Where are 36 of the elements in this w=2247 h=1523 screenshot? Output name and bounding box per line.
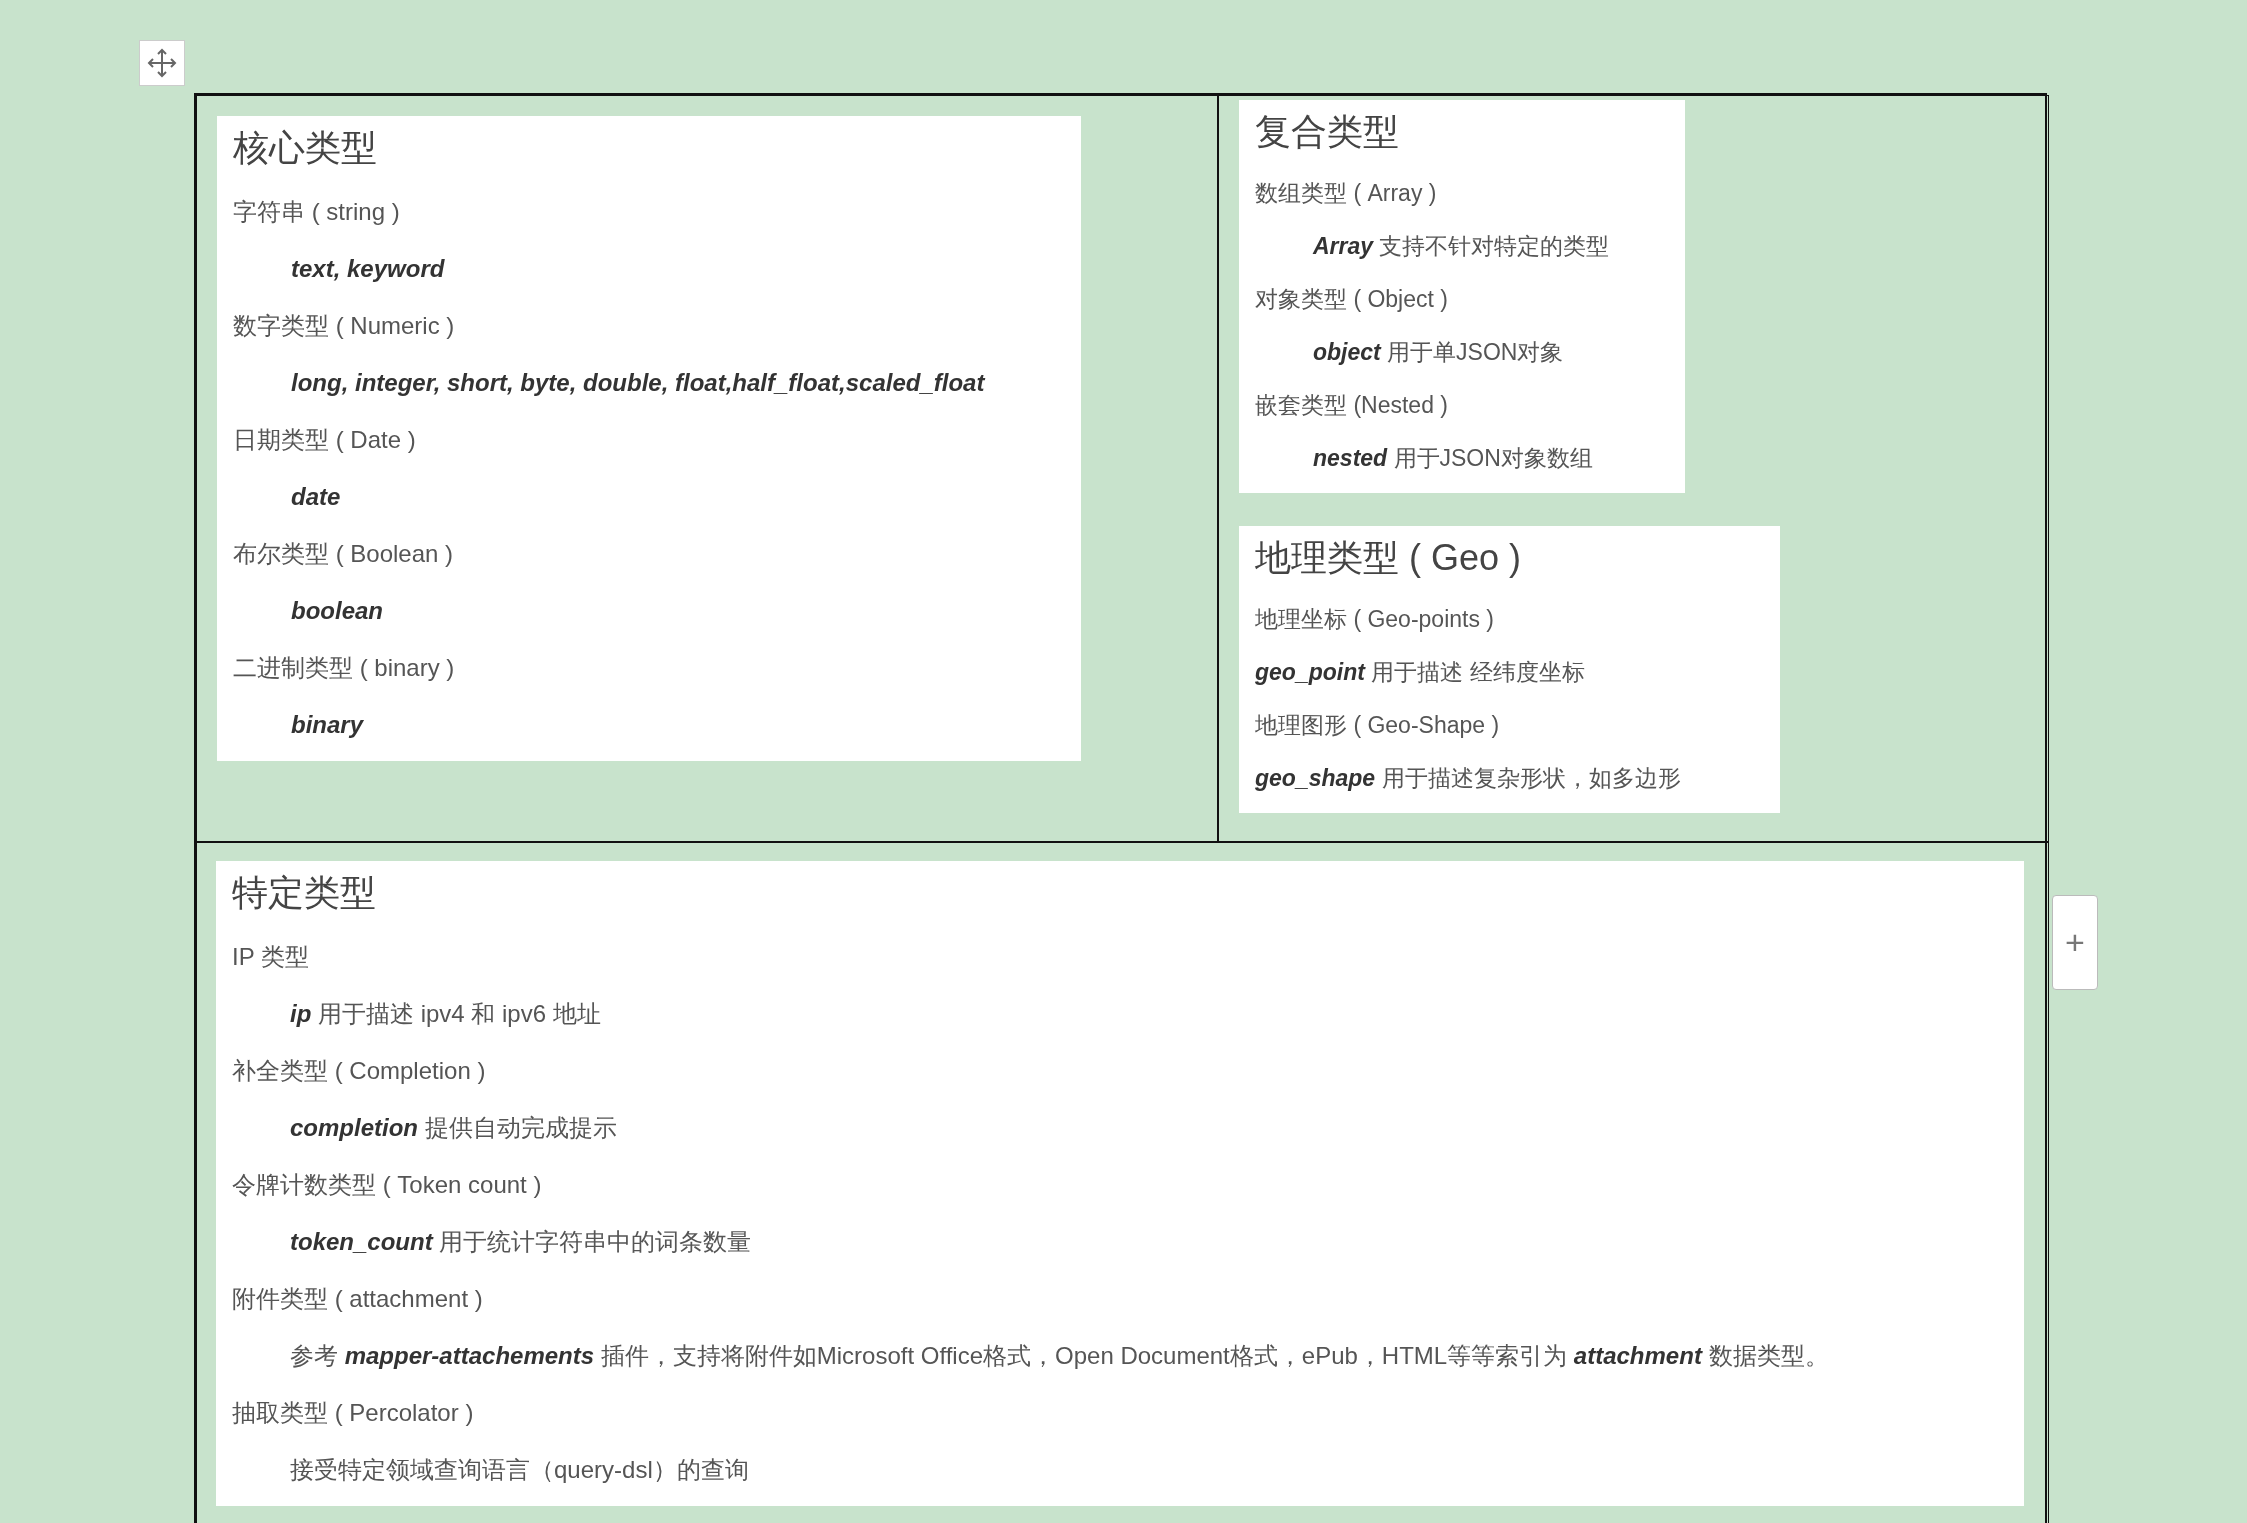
type-label: 地理坐标 ( Geo-points ) xyxy=(1255,605,1495,634)
type-label: 数字类型 ( Numeric ) xyxy=(233,311,456,341)
section-title: 复合类型 xyxy=(1255,110,1400,154)
add-button[interactable]: + xyxy=(2052,895,2098,990)
type-label: 日期类型 ( Date ) xyxy=(233,425,417,455)
move-icon[interactable] xyxy=(139,40,185,86)
type-description: boolean xyxy=(290,596,384,626)
type-label: 布尔类型 ( Boolean ) xyxy=(233,539,455,569)
section-title: 核心类型 xyxy=(233,126,378,170)
type-description: geo_point 用于描述 经纬度坐标 xyxy=(1255,658,1586,687)
type-label: 字符串 ( string ) xyxy=(233,197,401,227)
type-label: 令牌计数类型 ( Token count ) xyxy=(232,1170,543,1200)
type-label: IP 类型 xyxy=(232,942,310,972)
type-description: completion 提供自动完成提示 xyxy=(289,1113,618,1143)
type-description: 接受特定领域查询语言（query-dsl）的查询 xyxy=(289,1455,750,1485)
type-description: token_count 用于统计字符串中的词条数量 xyxy=(289,1227,753,1257)
type-description: object 用于单JSON对象 xyxy=(1312,338,1565,367)
type-description: Array 支持不针对特定的类型 xyxy=(1311,232,1611,261)
type-description: long, integer, short, byte, double, float,half_float,scaled_float xyxy=(290,368,987,398)
type-description: binary xyxy=(290,710,365,740)
type-label: 地理图形 ( Geo-Shape ) xyxy=(1255,711,1501,740)
type-description: 参考 mapper-attachements 插件，支持将附件如Microsoft Office格式，Open Document格式，ePub，HTML等等索引为 attachment 数据类型。 xyxy=(289,1341,1830,1371)
type-label: 附件类型 ( attachment ) xyxy=(232,1284,484,1314)
type-description: nested 用于JSON对象数组 xyxy=(1312,444,1594,473)
type-label: 数组类型 ( Array ) xyxy=(1255,179,1438,208)
type-description: geo_shape 用于描述复杂形状，如多边形 xyxy=(1255,764,1682,793)
type-label: 补全类型 ( Completion ) xyxy=(232,1056,487,1086)
type-label: 嵌套类型 (Nested ) xyxy=(1255,391,1449,420)
type-description: date xyxy=(290,482,342,512)
section-title: 地理类型 ( Geo ) xyxy=(1255,536,1523,580)
type-description: text, keyword xyxy=(290,254,446,284)
type-label: 抽取类型 ( Percolator ) xyxy=(232,1398,475,1428)
type-description: ip 用于描述 ipv4 和 ipv6 地址 xyxy=(289,999,602,1029)
type-label: 对象类型 ( Object ) xyxy=(1255,285,1449,314)
type-label: 二进制类型 ( binary ) xyxy=(233,653,456,683)
section-title: 特定类型 xyxy=(232,871,377,915)
